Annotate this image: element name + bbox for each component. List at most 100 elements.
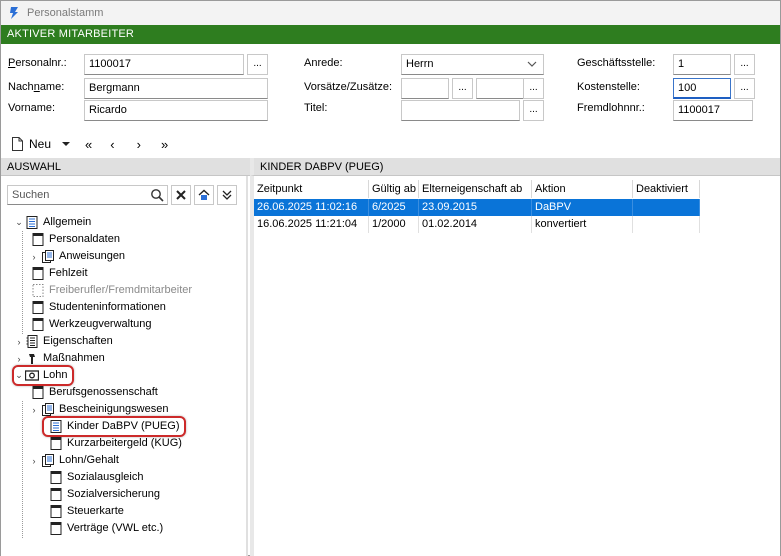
tree-node-eigenschaften[interactable]: › Eigenschaften [13,333,113,350]
geschaeftsstelle-field[interactable]: 1 [673,54,731,75]
titel-label: Titel: [304,102,328,114]
anrede-label: Anrede: [304,57,343,69]
tree-node-vertraege[interactable]: Verträge (VWL etc.) [49,520,163,537]
nachname-label: Nachname: [8,81,65,93]
properties-icon [25,335,39,349]
column-header-gueltig-ab[interactable]: Gültig ab [369,180,419,198]
collapsed-icon[interactable]: › [13,354,25,364]
vorsatz-lookup-button[interactable]: ... [452,78,473,99]
search-input[interactable]: Suchen [7,185,168,205]
tree-node-werkzeugverwaltung[interactable]: Werkzeugverwaltung [31,316,152,333]
tree-node-fehlzeit[interactable]: Fehlzeit [31,265,88,282]
geschaeftsstelle-label: Geschäftsstelle: [577,57,656,69]
form-icon [31,386,45,400]
form-icon [31,233,45,247]
first-record-button[interactable]: « [85,137,92,152]
tree-node-berufsgenossenschaft[interactable]: Berufsgenossenschaft [31,384,158,401]
folder-form-icon [41,403,55,417]
close-icon [176,190,186,200]
detail-header: KINDER DABPV (PUEG) [250,158,780,176]
tree-node-lohn-gehalt[interactable]: › Lohn/Gehalt [31,452,119,469]
column-header-deaktiviert[interactable]: Deaktiviert [633,180,700,198]
form-icon [31,301,45,315]
app-logo-icon [10,7,18,19]
collapsed-icon[interactable]: › [13,337,25,347]
navigation-panel: Suchen ⌄ Allgemein Personaldaten › Anwei… [1,176,248,556]
tree-node-freiberufler[interactable]: Freiberufler/Fremdmitarbeiter [31,282,192,299]
kostenstelle-lookup-button[interactable]: ... [734,78,755,99]
search-icon[interactable] [150,188,164,202]
form-icon [31,318,45,332]
personalstamm-window: Personalstamm AKTIVER MITARBEITER Person… [0,0,781,556]
highlight-kinder-dabpv [42,416,186,437]
detail-panel: Zeitpunkt Gültig ab Elterneigenschaft ab… [250,176,780,556]
titel-lookup-button[interactable]: ... [523,100,544,121]
last-record-button[interactable]: » [161,137,168,152]
kostenstelle-label: Kostenstelle: [577,81,640,93]
tree-node-allgemein[interactable]: ⌄ Allgemein [13,214,91,231]
tree-node-sozialausgleich[interactable]: Sozialausgleich [49,469,143,486]
next-record-button[interactable]: › [137,137,141,152]
form-icon [49,522,63,536]
personalnr-label: Personalnr.: [8,57,67,69]
highlight-lohn [12,365,74,386]
form-icon [49,488,63,502]
form-icon [31,267,45,281]
clear-search-button[interactable] [171,185,191,205]
chevron-down-icon [527,61,537,67]
vorsatz-field[interactable] [401,78,449,99]
employee-header-form: Personalnr.: 1100017 ... Nachname: Bergm… [1,44,780,132]
nachname-field[interactable]: Bergmann [84,78,268,99]
personalnr-lookup-button[interactable]: ... [247,54,268,75]
status-banner: AKTIVER MITARBEITER [1,25,780,44]
tree-node-studenteninformationen[interactable]: Studenteninformationen [31,299,166,316]
personalnr-field[interactable]: 1100017 [84,54,244,75]
kostenstelle-field[interactable]: 100 [673,78,731,99]
search-placeholder: Suchen [12,189,50,201]
new-button[interactable]: Neu [11,137,51,151]
collapsed-icon[interactable]: › [29,456,39,466]
column-header-zeitpunkt[interactable]: Zeitpunkt [254,180,369,198]
vorname-label: Vorname: [8,102,56,114]
grid-header: Zeitpunkt Gültig ab Elterneigenschaft ab… [254,180,700,198]
titel-field[interactable] [401,100,520,121]
fremdlohnnr-label: Fremdlohnnr.: [577,102,645,114]
geschaeftsstelle-lookup-button[interactable]: ... [734,54,755,75]
tree-node-anweisungen[interactable]: › Anweisungen [31,248,125,265]
expand-icon[interactable]: ⌄ [13,217,25,228]
tree-node-sozialversicherung[interactable]: Sozialversicherung [49,486,160,503]
home-button[interactable] [194,185,214,205]
new-document-icon [12,137,23,151]
tree-node-steuerkarte[interactable]: Steuerkarte [49,503,124,520]
tree-node-kurzarbeitergeld[interactable]: Kurzarbeitergeld (KUG) [49,435,182,452]
column-header-elterneigenschaft-ab[interactable]: Elterneigenschaft ab [419,180,532,198]
anrede-select[interactable]: Herrn [401,54,544,75]
form-icon [49,505,63,519]
folder-form-icon [41,250,55,264]
record-toolbar: Neu « ‹ › » [1,132,780,156]
form-icon [49,471,63,485]
collapsed-icon[interactable]: › [29,405,39,415]
collapsed-icon[interactable]: › [29,252,39,262]
auswahl-header: AUSWAHL [1,158,250,176]
tree-node-personaldaten[interactable]: Personaldaten [31,231,120,248]
form-icon [49,437,63,451]
window-title: Personalstamm [27,7,104,19]
folder-form-icon [41,454,55,468]
table-row[interactable]: 16.06.2025 11:21:04 1/2000 01.02.2014 ko… [254,216,700,233]
vorname-field[interactable]: Ricardo [84,100,268,121]
table-row[interactable]: 26.06.2025 11:02:16 6/2025 23.09.2015 Da… [254,199,700,216]
zusatz-field[interactable] [476,78,524,99]
dotted-form-icon [31,284,45,298]
new-button-label: Neu [29,137,52,151]
collapse-all-button[interactable] [217,185,237,205]
vorsaetze-label: Vorsätze/Zusätze: [304,81,393,93]
category-icon [25,216,39,230]
zusatz-lookup-button[interactable]: ... [523,78,544,99]
fremdlohnnr-field[interactable]: 1100017 [673,100,753,121]
new-dropdown-icon[interactable] [61,139,71,149]
column-header-aktion[interactable]: Aktion [532,180,633,198]
home-icon [198,189,210,200]
previous-record-button[interactable]: ‹ [110,137,114,152]
title-bar: Personalstamm [1,1,780,25]
